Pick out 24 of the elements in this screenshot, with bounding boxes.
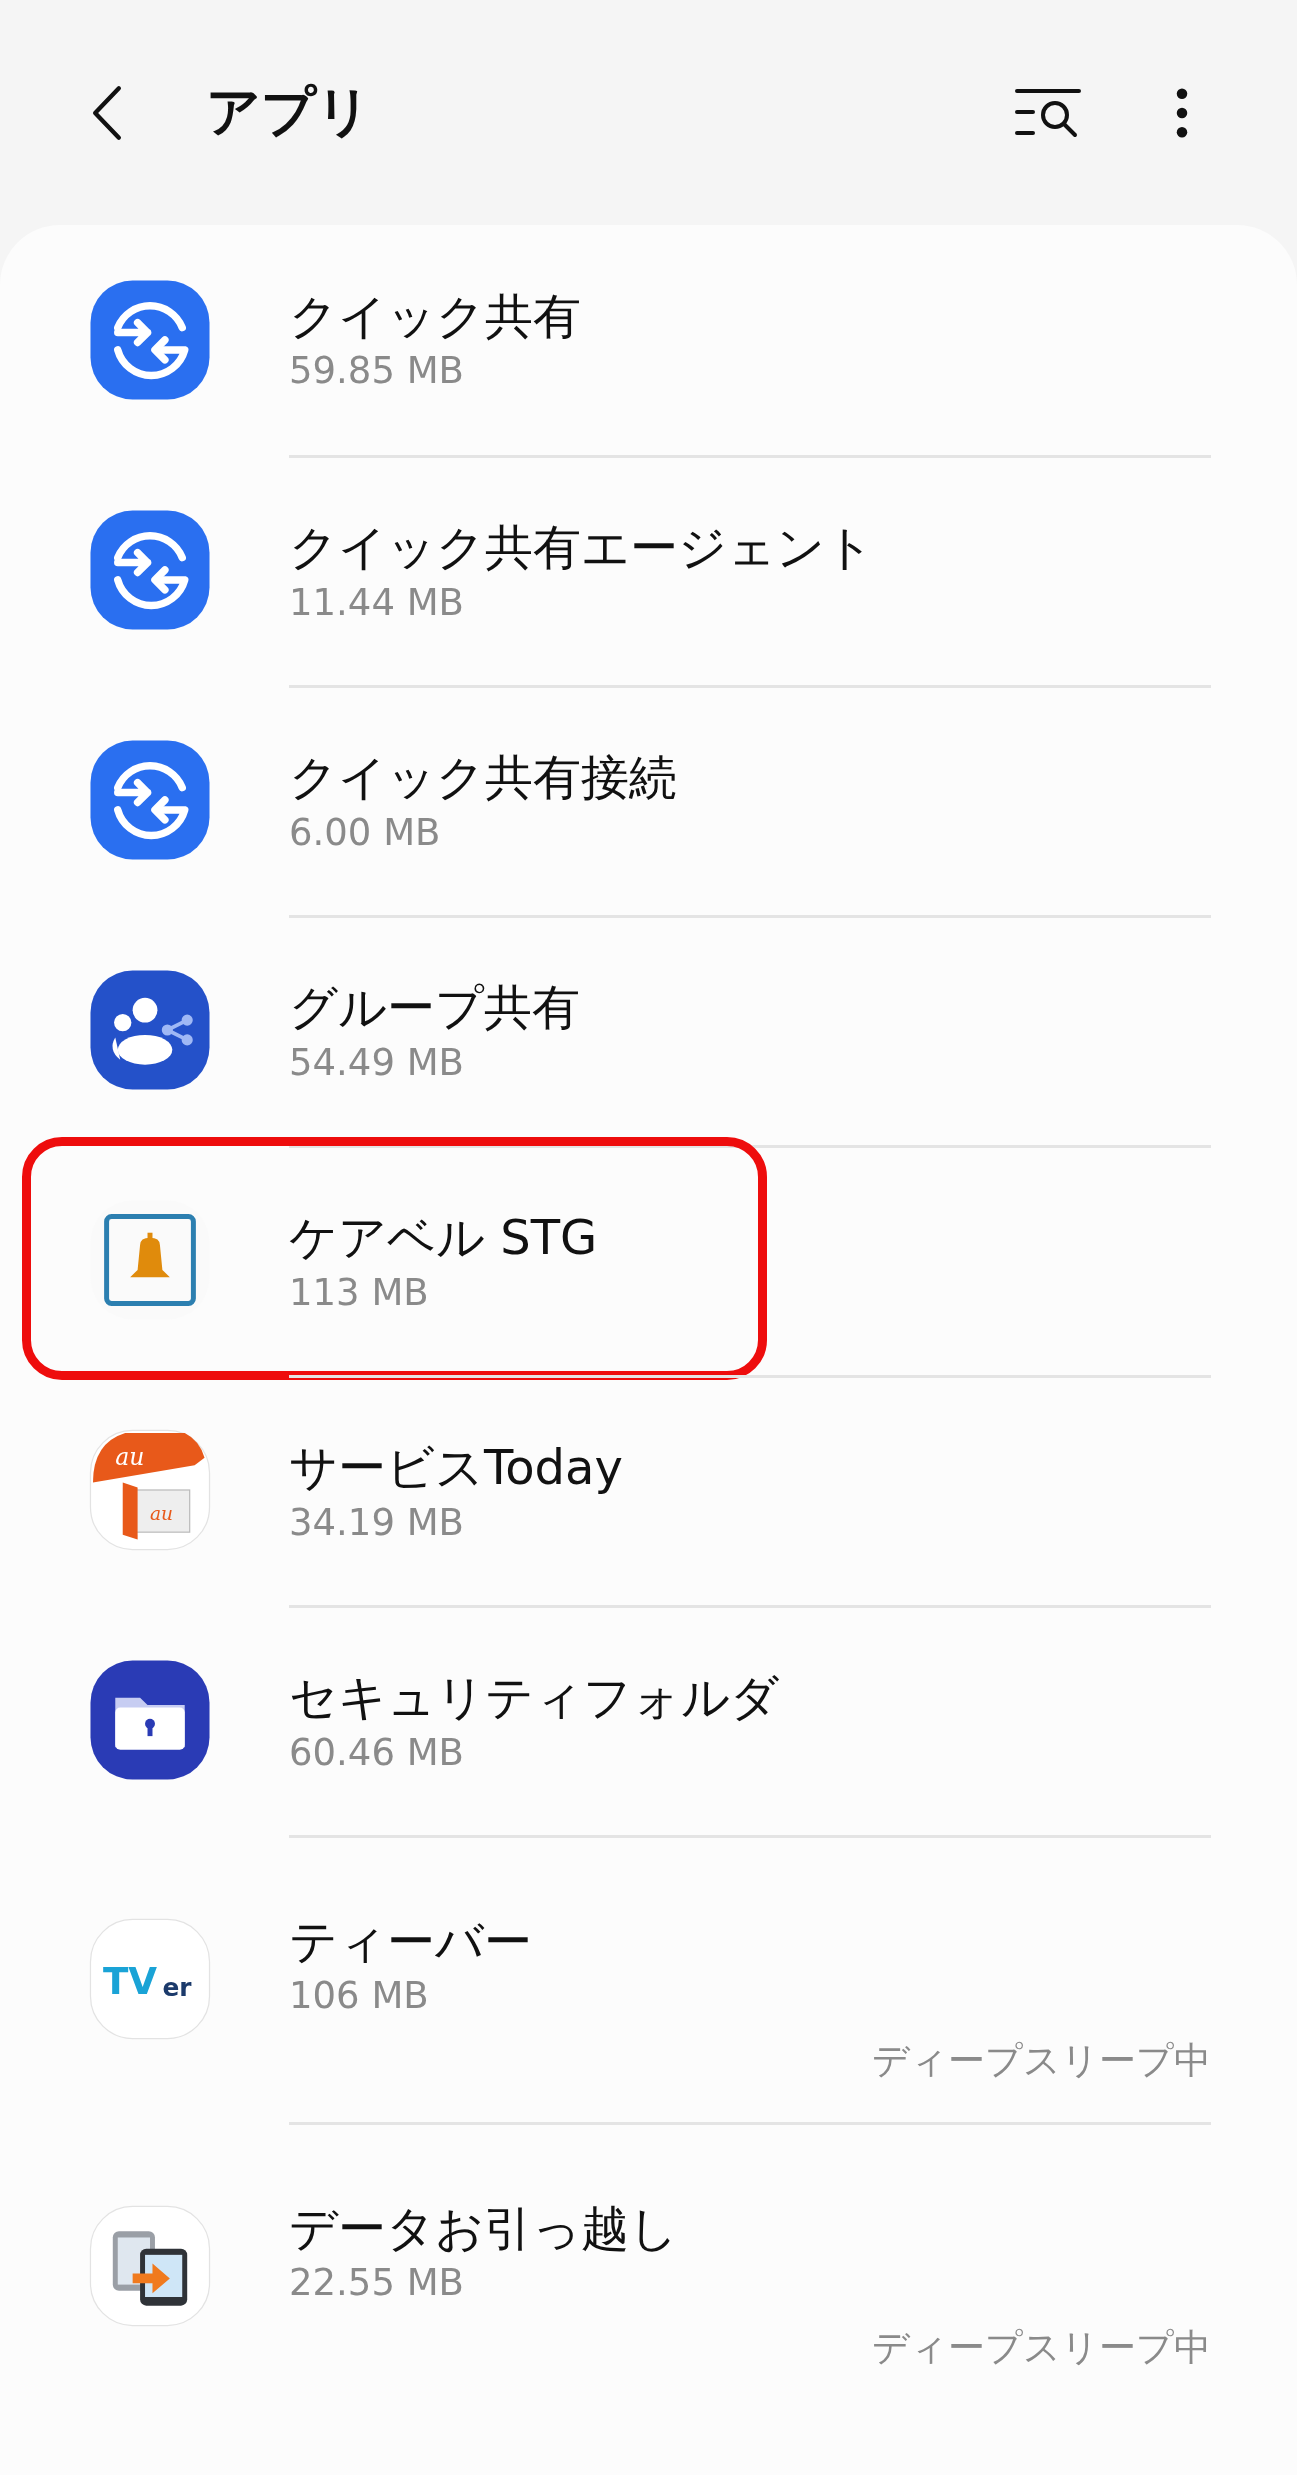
app-status: ディープスリープ中: [872, 2325, 1211, 2372]
app-name: クイック共有エージェント: [289, 518, 875, 578]
app-name: サービスToday: [289, 1438, 624, 1498]
app-name: セキュリティフォルダ: [289, 1668, 780, 1728]
app-size: 6.00 MB: [289, 809, 442, 856]
page-title: アプリ: [206, 79, 371, 145]
app-size: 34.19 MB: [289, 1499, 465, 1546]
app-name: ケアベル STG: [289, 1208, 599, 1268]
app-name: クイック共有: [289, 286, 582, 346]
app-name: グループ共有: [289, 978, 581, 1038]
app-size: 54.49 MB: [289, 1039, 465, 1086]
back-icon[interactable]: [90, 84, 124, 141]
door-icon: au au: [88, 1428, 212, 1552]
tver-logo-icon: TV er: [88, 1916, 212, 2041]
app-name: クイック共有接続: [289, 748, 678, 808]
app-size: 22.55 MB: [289, 2260, 465, 2307]
app-size: 106 MB: [289, 1973, 430, 2020]
app-size: 60.46 MB: [289, 1729, 465, 1776]
app-size: 113 MB: [289, 1269, 430, 1316]
app-status: ディープスリープ中: [872, 2038, 1211, 2085]
app-size: 59.85 MB: [289, 348, 465, 395]
app-name: ティーバー: [289, 1911, 533, 1971]
app-size: 11.44 MB: [289, 579, 465, 626]
app-name: データお引っ越し: [289, 2198, 679, 2258]
